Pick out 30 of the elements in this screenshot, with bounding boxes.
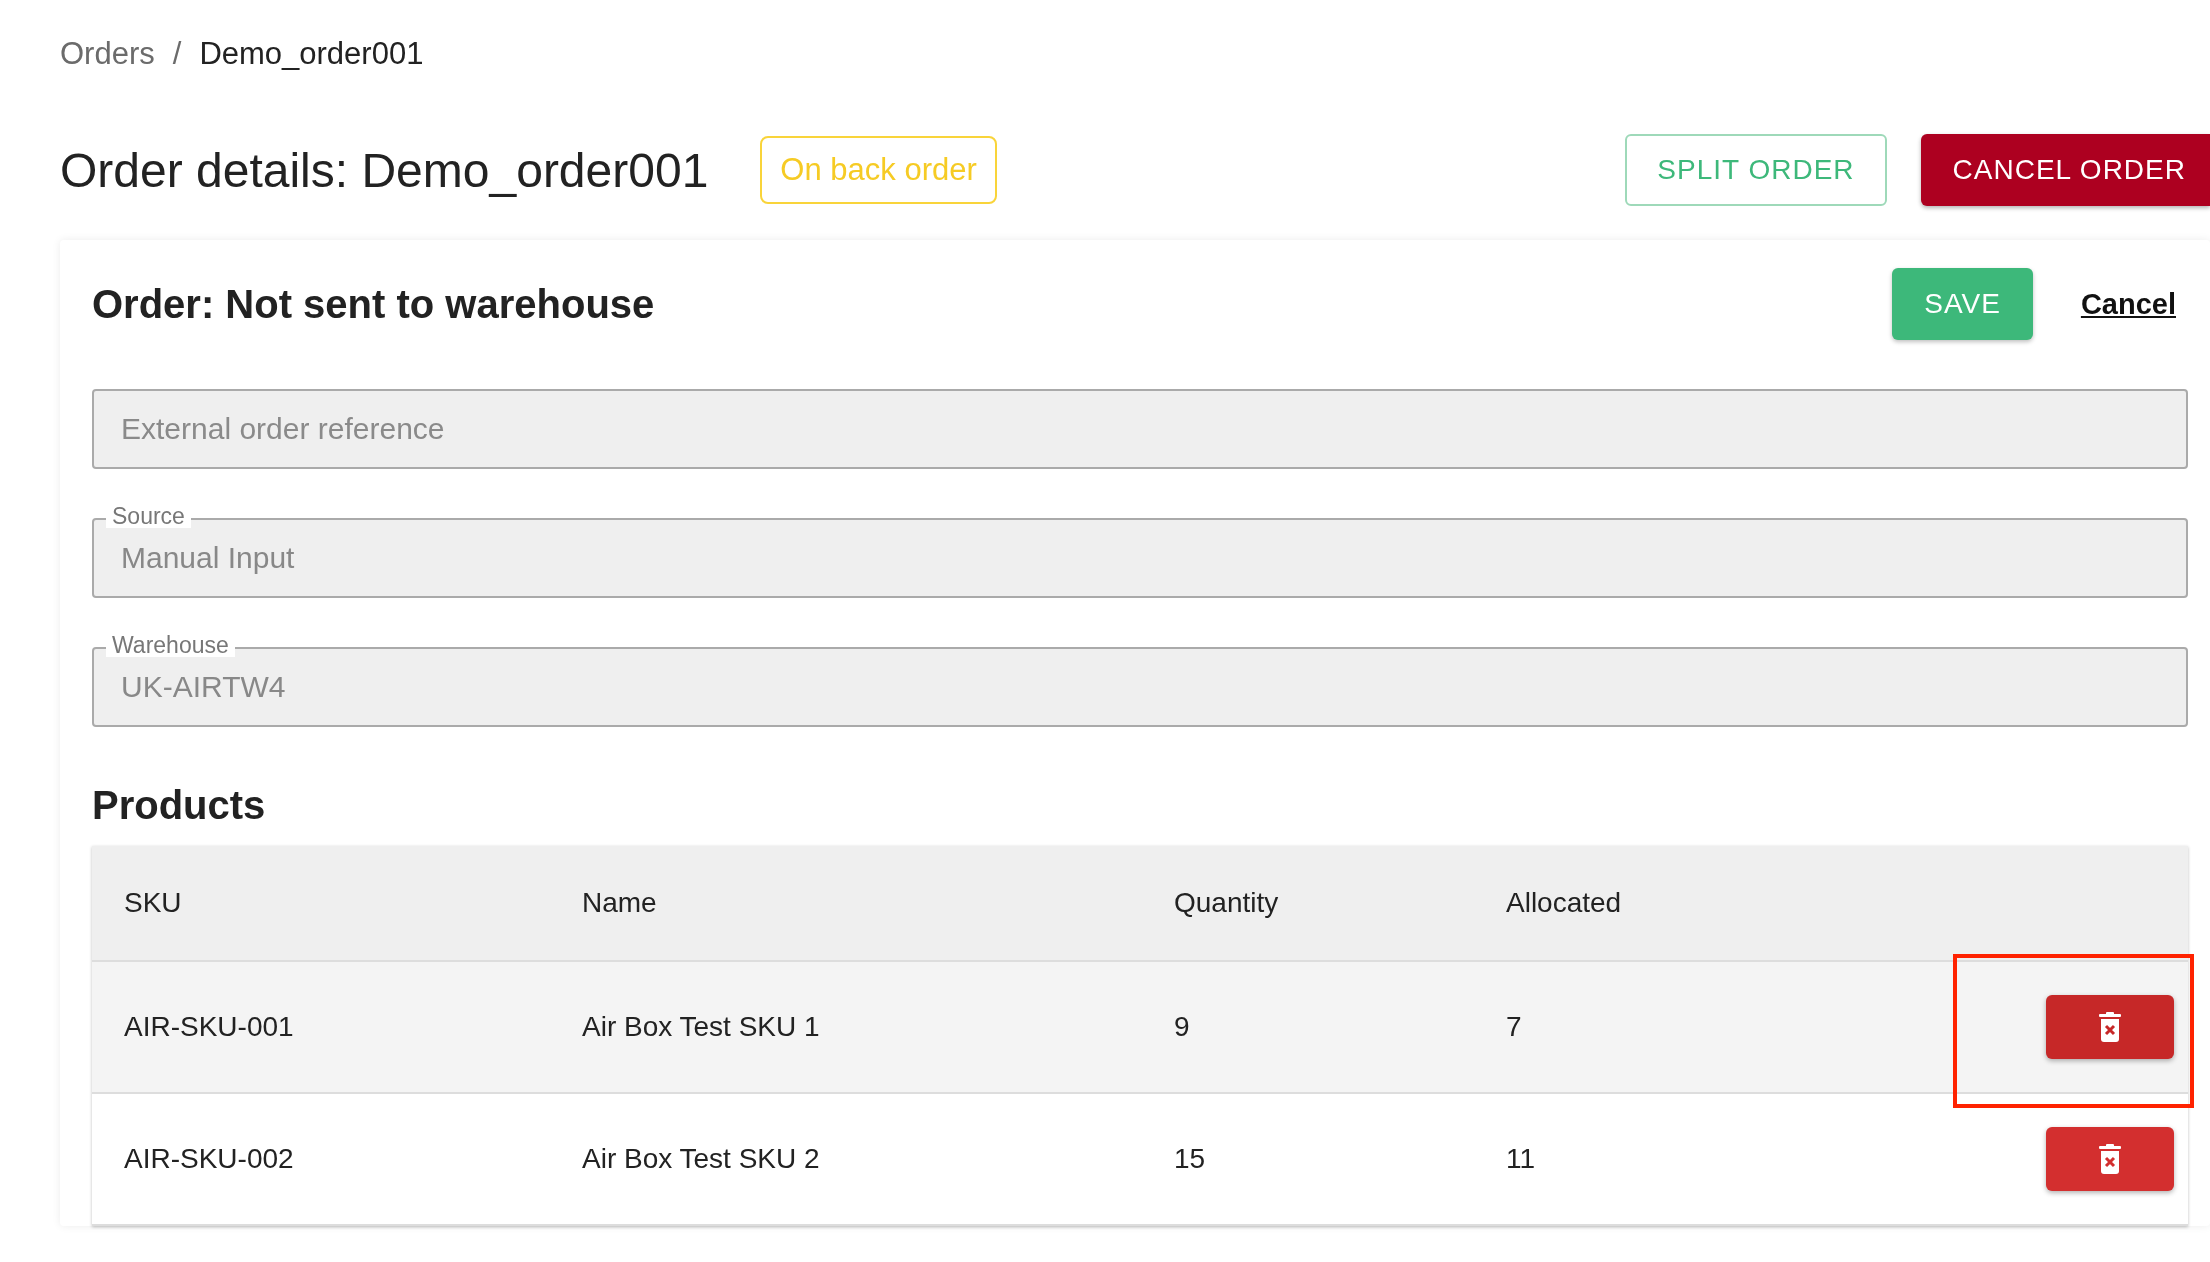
breadcrumb-link[interactable]: Orders	[60, 36, 155, 72]
field-label: Warehouse	[106, 633, 235, 657]
delete-button[interactable]	[2046, 995, 2174, 1059]
save-button[interactable]: SAVE	[1892, 268, 2033, 340]
page-title: Order details: Demo_order001	[60, 142, 709, 198]
table-cell: 11	[1505, 1093, 1953, 1225]
table-cell: Air Box Test SKU 2	[581, 1093, 1173, 1225]
delete-button[interactable]	[2046, 1127, 2174, 1191]
table-cell: 9	[1173, 961, 1505, 1093]
split-order-button[interactable]: SPLIT ORDER	[1625, 134, 1887, 206]
table-cell: Air Box Test SKU 1	[581, 961, 1173, 1093]
breadcrumb-separator: /	[172, 36, 182, 72]
section-title: Products	[92, 783, 267, 828]
breadcrumb-current: Demo_order001	[199, 36, 424, 72]
table-cell: AIR-SKU-002	[92, 1093, 581, 1225]
column-header: Quantity	[1173, 846, 1505, 961]
table-cell: 15	[1173, 1093, 1505, 1225]
cancel-link[interactable]: Cancel	[2080, 287, 2176, 321]
trash-icon	[2099, 1012, 2121, 1042]
status-badge: On back order	[760, 136, 997, 204]
input-field[interactable]: External order reference	[92, 389, 2188, 469]
table-cell: 7	[1505, 961, 1953, 1093]
column-header: Allocated	[1505, 846, 1953, 961]
trash-icon	[2099, 1144, 2121, 1174]
field-label: Source	[106, 504, 191, 528]
cancel-order-button[interactable]: CANCEL ORDER	[1920, 134, 2210, 206]
card-title: Order: Not sent to warehouse	[92, 281, 655, 327]
column-header: SKU	[92, 846, 581, 961]
column-header: Name	[581, 846, 1173, 961]
table-cell: AIR-SKU-001	[92, 961, 581, 1093]
